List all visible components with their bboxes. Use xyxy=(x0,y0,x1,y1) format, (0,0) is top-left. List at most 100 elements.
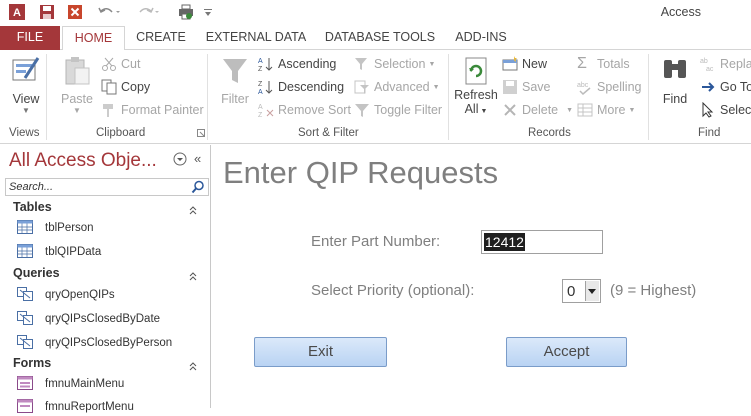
part-number-input[interactable]: 12412 xyxy=(481,230,603,254)
divider xyxy=(46,54,47,140)
descending-label: Descending xyxy=(278,80,345,94)
nav-item-label: qryQIPsClosedByDate xyxy=(45,313,161,325)
ascending-button[interactable]: AZ Ascending xyxy=(258,56,337,73)
save-icon[interactable] xyxy=(38,3,56,21)
collapse-pane-icon[interactable]: « xyxy=(194,151,201,166)
exit-button[interactable]: Exit xyxy=(254,337,387,367)
qip-request-form: Enter QIP Requests Enter Part Number: 12… xyxy=(213,145,751,408)
ribbon-tabs: FILE HOME CREATE EXTERNAL DATA DATABASE … xyxy=(0,26,751,51)
nav-item-label: qryOpenQIPs xyxy=(45,289,115,301)
undo-icon[interactable] xyxy=(96,3,122,21)
printer-icon[interactable] xyxy=(176,3,196,21)
descending-button[interactable]: ZA Descending xyxy=(258,79,345,96)
advanced-button[interactable]: Advanced ▼ xyxy=(354,79,440,95)
selection-label: Selection xyxy=(374,57,426,71)
spelling-button[interactable]: abc Spelling xyxy=(577,79,641,96)
select-button[interactable]: Select xyxy=(700,101,751,118)
view-label: View xyxy=(12,92,40,106)
delete-record-button[interactable]: Delete ▼ xyxy=(502,102,573,118)
nav-item-qryopenqips[interactable]: qryOpenQIPs xyxy=(17,286,115,304)
remove-sort-button[interactable]: AZ Remove Sort xyxy=(258,102,351,119)
nav-item-tblperson[interactable]: tblPerson xyxy=(17,219,94,237)
query-icon xyxy=(17,335,33,351)
cursor-icon xyxy=(700,101,716,118)
svg-text:ac: ac xyxy=(706,66,714,72)
form-title: Enter QIP Requests xyxy=(223,155,499,190)
advanced-dropdown-icon: ▼ xyxy=(432,83,440,91)
part-number-value: 12412 xyxy=(484,233,525,251)
chevron-up-icon[interactable] xyxy=(188,270,198,281)
spelling-check-icon: abc xyxy=(577,79,593,96)
selection-button[interactable]: Selection ▼ xyxy=(354,56,435,72)
priority-dropdown-button[interactable] xyxy=(585,281,599,301)
nav-menu-dropdown-icon[interactable] xyxy=(173,152,187,169)
binoculars-icon xyxy=(664,60,686,78)
form-icon xyxy=(17,376,33,392)
nav-item-label: fmnuMainMenu xyxy=(45,378,125,390)
totals-label: Totals xyxy=(597,57,630,71)
priority-label: Select Priority (optional): xyxy=(311,282,475,299)
priority-select[interactable]: 0 xyxy=(562,279,601,303)
nav-search-input[interactable]: Search... xyxy=(5,178,209,196)
refresh-all-label: All xyxy=(464,102,479,116)
tab-file[interactable]: FILE xyxy=(0,26,60,50)
tab-database-tools[interactable]: DATABASE TOOLS xyxy=(322,26,438,50)
nav-item-fmnumainmenu[interactable]: fmnuMainMenu xyxy=(17,375,124,393)
paste-label: Paste xyxy=(61,92,93,106)
customize-qa-icon[interactable] xyxy=(203,3,213,21)
new-label: New xyxy=(522,57,548,71)
redo-icon[interactable] xyxy=(136,3,162,21)
clipboard-launcher-icon[interactable] xyxy=(197,129,205,137)
toggle-filter-button[interactable]: Toggle Filter xyxy=(354,102,442,118)
svg-text:ab: ab xyxy=(700,58,708,65)
delete-label: Delete xyxy=(522,103,559,117)
more-grid-icon xyxy=(577,102,593,118)
remove-sort-icon: AZ xyxy=(258,102,274,119)
goto-button[interactable]: Go To xyxy=(700,79,751,95)
save-record-button[interactable]: Save xyxy=(502,79,551,95)
sort-filter-group-label: Sort & Filter xyxy=(298,127,359,139)
access-app-icon[interactable]: A xyxy=(8,3,26,21)
records-group-label: Records xyxy=(528,127,571,139)
refresh-all-button[interactable]: Refresh All ▼ xyxy=(454,56,498,116)
chevron-down-icon xyxy=(588,289,596,294)
nav-item-fmnureportmenu[interactable]: fmnuReportMenu xyxy=(17,398,134,416)
accept-button[interactable]: Accept xyxy=(506,337,627,367)
advanced-label: Advanced xyxy=(374,80,430,94)
filter-button[interactable]: Filter xyxy=(219,56,251,106)
close-db-icon[interactable] xyxy=(66,3,84,21)
toggle-filter-label: Toggle Filter xyxy=(374,103,443,117)
more-label: More xyxy=(597,103,626,117)
toggle-filter-icon xyxy=(354,102,370,118)
nav-item-tblqipdata[interactable]: tblQIPData xyxy=(17,243,101,261)
copy-button[interactable]: Copy xyxy=(101,79,150,95)
totals-button[interactable]: Σ Totals xyxy=(577,56,630,72)
nav-item-qryqipsclosedbydate[interactable]: qryQIPsClosedByDate xyxy=(17,310,160,328)
priority-hint: (9 = Highest) xyxy=(610,282,697,299)
chevron-up-icon[interactable] xyxy=(188,204,198,215)
divider xyxy=(448,54,449,140)
nav-section-forms[interactable]: Forms xyxy=(13,356,51,370)
ascending-label: Ascending xyxy=(278,57,337,71)
nav-item-label: tblPerson xyxy=(45,222,94,234)
nav-item-qryqipsclosedbyperson[interactable]: qryQIPsClosedByPerson xyxy=(17,334,172,352)
tab-home[interactable]: HOME xyxy=(62,26,125,51)
format-painter-button[interactable]: Format Painter xyxy=(101,102,204,118)
cut-button[interactable]: Cut xyxy=(101,56,140,72)
replace-button[interactable]: abac Replac xyxy=(700,56,751,73)
sigma-icon: Σ xyxy=(577,55,587,72)
search-icon[interactable] xyxy=(191,180,207,194)
more-button[interactable]: More ▼ xyxy=(577,102,635,118)
nav-pane-title[interactable]: All Access Obje... xyxy=(9,150,157,172)
find-button[interactable]: Find xyxy=(660,56,690,106)
tab-create[interactable]: CREATE xyxy=(132,26,190,50)
tab-add-ins[interactable]: ADD-INS xyxy=(450,26,512,50)
view-button[interactable]: View ▼ xyxy=(10,54,42,115)
nav-section-queries[interactable]: Queries xyxy=(13,266,60,280)
title-bar: A Access xyxy=(0,0,751,26)
tab-external-data[interactable]: EXTERNAL DATA xyxy=(200,26,312,50)
paste-button[interactable]: Paste ▼ xyxy=(60,56,94,115)
chevron-up-icon[interactable] xyxy=(188,360,198,371)
new-record-button[interactable]: New xyxy=(502,56,547,72)
nav-section-tables[interactable]: Tables xyxy=(13,200,52,214)
